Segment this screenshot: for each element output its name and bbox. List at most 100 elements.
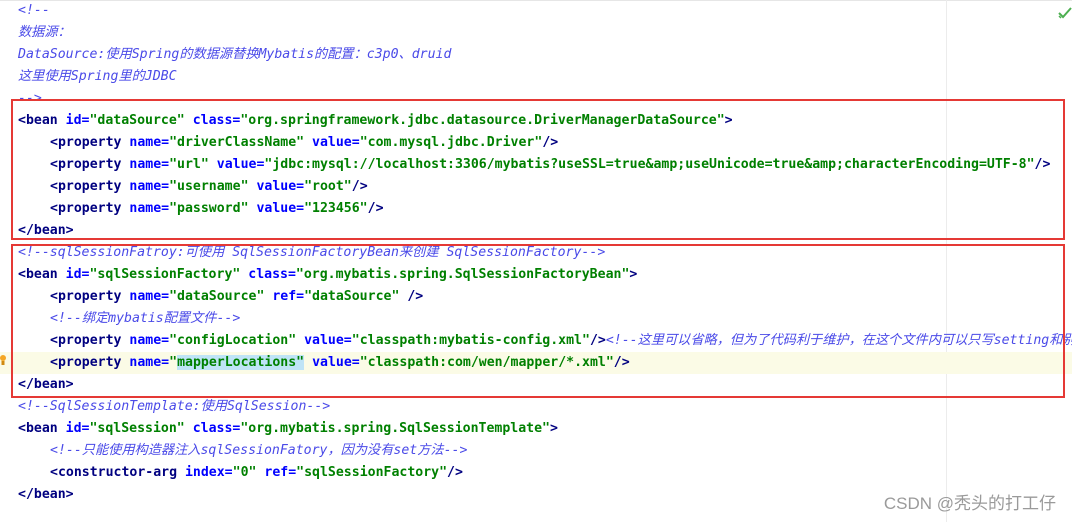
- xml-tag-token: <constructor-arg: [50, 465, 185, 480]
- xml-tag-token: />: [589, 333, 606, 348]
- code-line[interactable]: </bean>: [18, 484, 74, 506]
- code-line[interactable]: <property name="configLocation" value="c…: [18, 330, 1072, 352]
- code-line[interactable]: </bean>: [18, 220, 74, 242]
- code-line[interactable]: <bean id="sqlSessionFactory" class="org.…: [18, 264, 637, 286]
- xml-attribute-token: name=: [129, 355, 170, 370]
- code-line[interactable]: -->: [18, 88, 42, 110]
- xml-tag-token: />: [613, 355, 630, 370]
- xml-value-token: "password": [169, 201, 249, 216]
- right-margin-guide: [946, 0, 947, 522]
- xml-tag-token: />: [407, 289, 424, 304]
- xml-value-token: "sqlSessionFactory": [89, 267, 241, 282]
- xml-attribute-token: name=: [129, 333, 170, 348]
- xml-value-token: "driverClassName": [169, 135, 305, 150]
- xml-comment-token: <!--sqlSessionFatroy:可使用 SqlSessionFacto…: [18, 245, 606, 260]
- xml-tag-token: <bean: [18, 113, 66, 128]
- code-line[interactable]: <property name="dataSource" ref="dataSou…: [18, 286, 423, 308]
- xml-value-token: "dataSource": [169, 289, 265, 304]
- xml-attribute-token: value=: [256, 201, 305, 216]
- code-line[interactable]: DataSource:使用Spring的数据源替换Mybatis的配置：c3p0…: [18, 44, 451, 66]
- xml-tag-token: </bean>: [18, 377, 74, 392]
- xml-value-token: "configLocation": [169, 333, 297, 348]
- xml-tag-token: />: [1034, 157, 1051, 172]
- xml-tag-token: </bean>: [18, 223, 74, 238]
- xml-tag-token: >: [550, 421, 558, 436]
- xml-attribute-token: value=: [256, 179, 305, 194]
- xml-attribute-token: name=: [129, 201, 170, 216]
- xml-value-token: "sqlSessionFactory": [296, 465, 448, 480]
- xml-comment-token: <!--只能使用构造器注入sqlSessionFatory，因为没有set方法-…: [50, 443, 468, 458]
- xml-tag-token: <property: [50, 135, 130, 150]
- code-line[interactable]: 这里使用Spring里的JDBC: [18, 66, 177, 88]
- xml-tag-token: <property: [50, 289, 130, 304]
- code-line[interactable]: <property name="url" value="jdbc:mysql:/…: [18, 154, 1050, 176]
- intention-bulb-icon[interactable]: [0, 353, 6, 367]
- xml-value-token: "com.mysql.jdbc.Driver": [359, 135, 543, 150]
- xml-value-token: "root": [304, 179, 352, 194]
- code-line[interactable]: <bean id="dataSource" class="org.springf…: [18, 110, 733, 132]
- code-line[interactable]: <property name="mapperLocations" value="…: [0, 352, 1072, 374]
- code-line[interactable]: <!--sqlSessionFatroy:可使用 SqlSessionFacto…: [18, 242, 605, 264]
- code-editor[interactable]: <!-- 数据源： DataSource:使用Spring的数据源替换Mybatis…: [0, 0, 1072, 522]
- xml-attribute-token: id=: [65, 113, 90, 128]
- xml-attribute-token: class=: [248, 267, 296, 282]
- xml-tag-token: <bean: [18, 267, 66, 282]
- code-line[interactable]: <!--: [18, 0, 50, 22]
- inspection-ok-check-icon[interactable]: [1058, 6, 1072, 20]
- xml-value-token: ": [169, 355, 178, 370]
- xml-attribute-token: name=: [129, 157, 170, 172]
- code-line[interactable]: <constructor-arg index="0" ref="sqlSessi…: [18, 462, 463, 484]
- xml-attribute-token: ref=: [272, 289, 305, 304]
- xml-value-token: "org.mybatis.spring.SqlSessionFactoryBea…: [295, 267, 630, 282]
- code-line[interactable]: <bean id="sqlSession" class="org.mybatis…: [18, 418, 558, 440]
- xml-value-token: "username": [169, 179, 249, 194]
- code-line[interactable]: <property name="password" value="123456"…: [18, 198, 384, 220]
- code-line[interactable]: <property name="driverClassName" value="…: [18, 132, 558, 154]
- xml-tag-token: <property: [50, 333, 130, 348]
- xml-tag-token: <property: [50, 179, 130, 194]
- xml-tag-token: >: [724, 113, 733, 128]
- xml-attribute-token: name=: [129, 179, 170, 194]
- xml-value-token: "url": [169, 157, 209, 172]
- xml-comment-token: 这里使用Spring里的JDBC: [18, 69, 177, 84]
- watermark: CSDN @秃头的打工仔: [883, 494, 1056, 513]
- xml-comment-token: DataSource:使用Spring的数据源替换Mybatis的配置：c3p0…: [18, 47, 452, 62]
- xml-tag-token: />: [542, 135, 559, 150]
- xml-attribute-token: name=: [129, 135, 170, 150]
- xml-attribute-token: id=: [65, 267, 90, 282]
- xml-comment-token: -->: [18, 91, 42, 106]
- xml-value-token: "dataSource": [304, 289, 400, 304]
- xml-attribute-token: index=: [184, 465, 233, 480]
- xml-tag-token: />: [367, 201, 384, 216]
- xml-attribute-token: value=: [312, 135, 360, 150]
- xml-attribute-token: class=: [192, 421, 241, 436]
- code-line[interactable]: <!--只能使用构造器注入sqlSessionFatory，因为没有set方法-…: [18, 440, 467, 462]
- xml-tag-token: >: [629, 267, 638, 282]
- xml-tag-token: <property: [50, 157, 130, 172]
- xml-attribute-token: value=: [216, 157, 265, 172]
- xml-comment-token: <!--这里可以省略，但为了代码利于维护，在这个文件内可以只写setting和别: [605, 333, 1072, 348]
- xml-comment-token: <!--SqlSessionTemplate:使用SqlSession-->: [18, 399, 331, 414]
- xml-value-token: "dataSource": [89, 113, 185, 128]
- xml-attribute-token: class=: [192, 113, 241, 128]
- xml-value-token: "0": [232, 465, 257, 480]
- code-line[interactable]: <property name="username" value="root"/>: [18, 176, 368, 198]
- xml-attribute-token: value=: [312, 355, 360, 370]
- code-line[interactable]: 数据源：: [18, 22, 71, 44]
- xml-tag-token: <property: [50, 355, 130, 370]
- xml-tag-token: <bean: [18, 421, 66, 436]
- xml-value-token-selected: mapperLocations": [177, 355, 305, 370]
- code-line[interactable]: <!--绑定mybatis配置文件-->: [18, 308, 240, 330]
- xml-comment-token: 数据源：: [18, 25, 71, 40]
- xml-comment-token: <!--绑定mybatis配置文件-->: [50, 311, 241, 326]
- code-line[interactable]: <!--SqlSessionTemplate:使用SqlSession-->: [18, 396, 330, 418]
- code-line[interactable]: </bean>: [18, 374, 74, 396]
- xml-value-token: "org.mybatis.spring.SqlSessionTemplate": [240, 421, 550, 436]
- xml-tag-token: />: [351, 179, 368, 194]
- xml-value-token: "classpath:com/wen/mapper/*.xml": [359, 355, 614, 370]
